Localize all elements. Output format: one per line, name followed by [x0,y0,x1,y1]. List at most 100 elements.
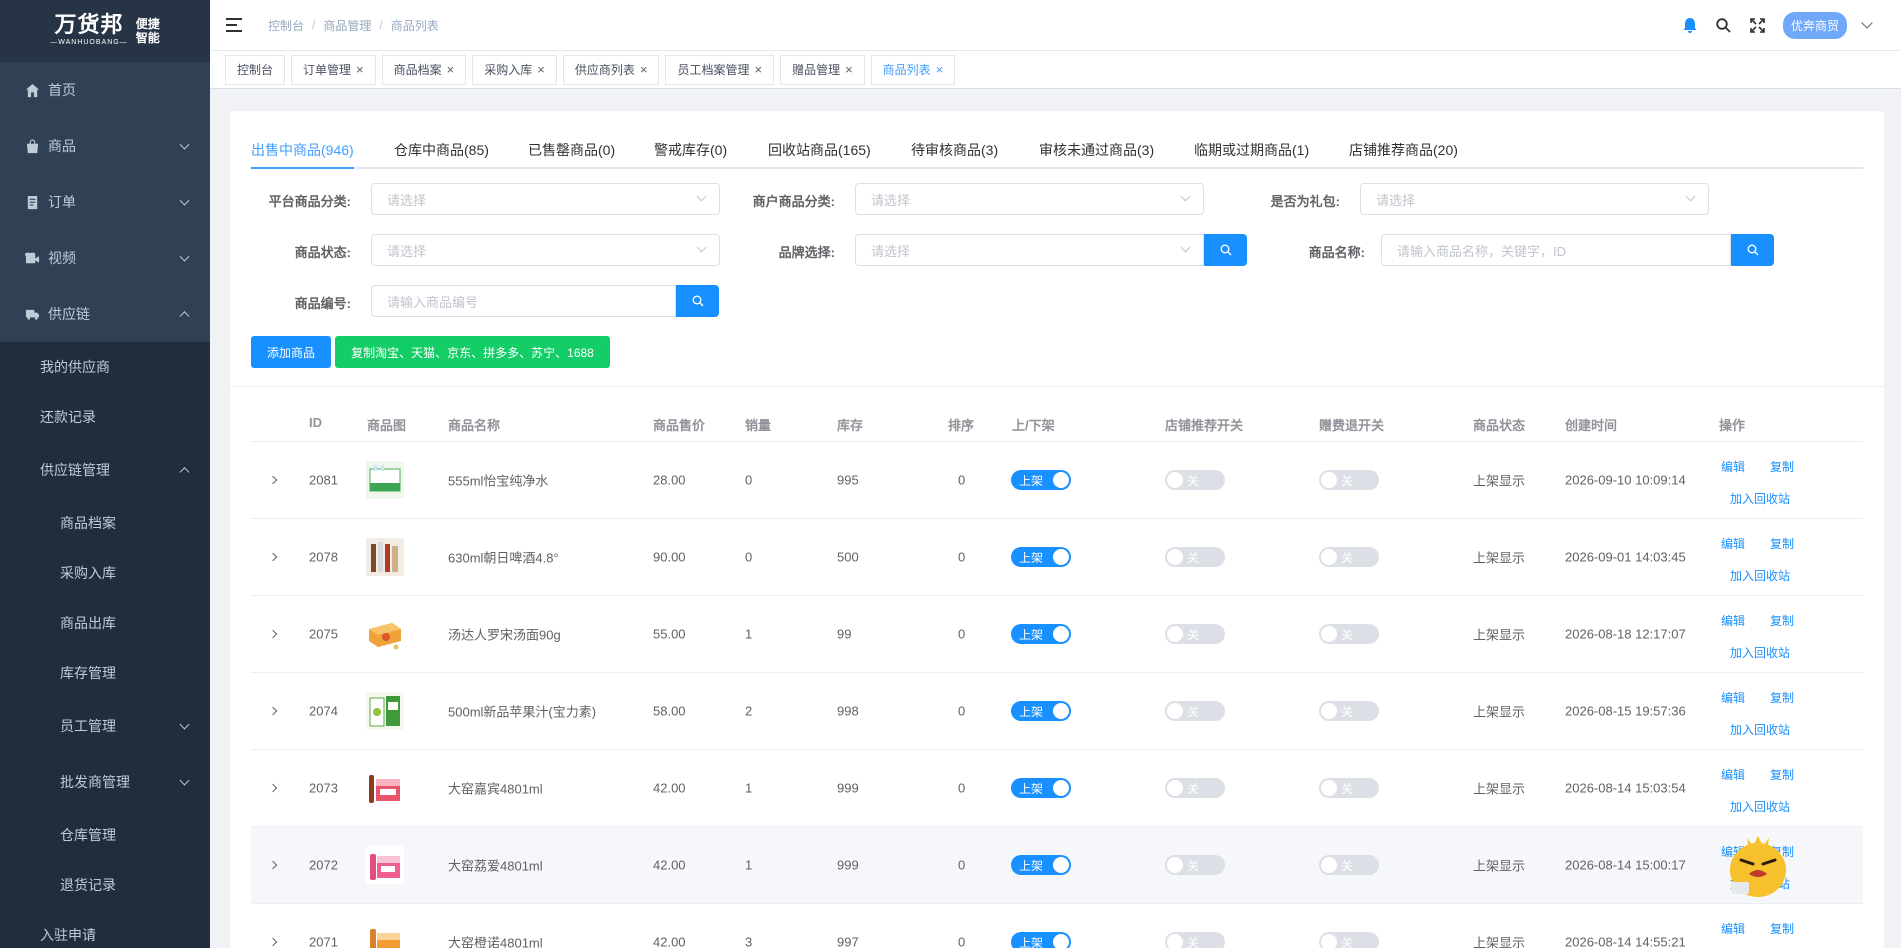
breadcrumb-item[interactable]: 商品管理 [323,17,371,34]
store-recommend-switch[interactable]: 关 [1165,932,1225,948]
store-recommend-switch[interactable]: 关 [1165,547,1225,567]
recycle-link[interactable]: 加入回收站 [1730,490,1790,507]
tab-sold-out[interactable]: 已售罄商品(0) [528,140,615,160]
goods-code-input[interactable]: 请输入商品编号 [371,285,676,317]
tag-staff-archive[interactable]: 员工档案管理 × [665,54,775,85]
copy-link[interactable]: 复制 [1770,612,1794,629]
edit-link[interactable]: 编辑 [1721,612,1745,629]
store-recommend-switch[interactable]: 关 [1165,701,1225,721]
tag-gifts[interactable]: 赠品管理 × [780,54,865,85]
edit-link[interactable]: 编辑 [1721,535,1745,552]
search-icon[interactable] [1715,16,1733,34]
tag-dashboard[interactable]: 控制台 [225,54,286,85]
close-icon[interactable]: × [754,62,762,77]
on-shelf-switch[interactable]: 上架 [1011,701,1071,721]
tab-low-stock[interactable]: 警戒库存(0) [654,140,727,160]
close-icon[interactable]: × [936,62,944,77]
sidebar-item-video[interactable]: 视频 [0,230,210,286]
expand-row-icon[interactable] [268,937,278,947]
tag-purchase-in[interactable]: 采购入库 × [472,54,557,85]
sidebar-item-wholesalers[interactable]: 批发商管理 [0,754,210,810]
goods-name-search-button[interactable] [1731,234,1774,266]
gift-refund-switch[interactable]: 关 [1319,855,1379,875]
on-shelf-switch[interactable]: 上架 [1011,932,1071,948]
on-shelf-switch[interactable]: 上架 [1011,624,1071,644]
platform-category-select[interactable]: 请选择 [371,183,720,215]
copy-from-platforms-button[interactable]: 复制淘宝、天猫、京东、拼多多、苏宁、1688 [335,336,610,368]
edit-link[interactable]: 编辑 [1721,689,1745,706]
sidebar-item-apply[interactable]: 入驻申请 [0,910,210,948]
sidebar-item-goods-out[interactable]: 商品出库 [0,598,210,648]
bell-icon[interactable] [1681,16,1699,34]
tag-goods-archive[interactable]: 商品档案 × [381,54,467,85]
gift-refund-switch[interactable]: 关 [1319,624,1379,644]
tag-goods-list[interactable]: 商品列表 × [870,54,956,85]
sidebar-item-staff[interactable]: 员工管理 [0,698,210,754]
sidebar-item-repayments[interactable]: 还款记录 [0,392,210,442]
on-shelf-switch[interactable]: 上架 [1011,470,1071,490]
edit-link[interactable]: 编辑 [1721,766,1745,783]
on-shelf-switch[interactable]: 上架 [1011,547,1071,567]
copy-link[interactable]: 复制 [1770,458,1794,475]
store-recommend-switch[interactable]: 关 [1165,778,1225,798]
recycle-link[interactable]: 加入回收站 [1730,721,1790,738]
mascot-chick-icon[interactable] [1725,830,1791,900]
close-icon[interactable]: × [845,62,853,77]
is-gift-select[interactable]: 请选择 [1360,183,1709,215]
copy-link[interactable]: 复制 [1770,766,1794,783]
tab-expiring[interactable]: 临期或过期商品(1) [1194,140,1309,160]
brand-select[interactable]: 请选择 [855,234,1204,266]
gift-refund-switch[interactable]: 关 [1319,778,1379,798]
goods-code-search-button[interactable] [676,285,719,317]
gift-refund-switch[interactable]: 关 [1319,470,1379,490]
gift-refund-switch[interactable]: 关 [1319,547,1379,567]
edit-link[interactable]: 编辑 [1721,920,1745,937]
sidebar-item-returns[interactable]: 退货记录 [0,860,210,910]
expand-row-icon[interactable] [268,629,278,639]
sidebar-item-my-suppliers[interactable]: 我的供应商 [0,342,210,392]
sidebar-item-supply-mgmt[interactable]: 供应链管理 [0,442,210,498]
tab-in-warehouse[interactable]: 仓库中商品(85) [394,140,489,160]
sidebar-item-home[interactable]: 首页 [0,62,210,118]
fullscreen-icon[interactable] [1749,16,1767,34]
store-recommend-switch[interactable]: 关 [1165,624,1225,644]
edit-link[interactable]: 编辑 [1721,458,1745,475]
sidebar-item-warehouse[interactable]: 仓库管理 [0,810,210,860]
tag-suppliers[interactable]: 供应商列表 × [562,54,660,85]
tag-orders[interactable]: 订单管理 × [291,54,376,85]
sidebar-item-supply-chain[interactable]: 供应链 [0,286,210,342]
breadcrumb-item[interactable]: 控制台 [268,17,304,34]
close-icon[interactable]: × [537,62,545,77]
menu-toggle-icon[interactable] [226,18,242,32]
app-logo[interactable]: 万货邦 —WANHUOBANG— 便捷 智能 [0,0,210,62]
sidebar-item-purchase-in[interactable]: 采购入库 [0,548,210,598]
close-icon[interactable]: × [447,62,455,77]
gift-refund-switch[interactable]: 关 [1319,932,1379,948]
tab-store-recommended[interactable]: 店铺推荐商品(20) [1349,140,1458,160]
gift-refund-switch[interactable]: 关 [1319,701,1379,721]
merchant-category-select[interactable]: 请选择 [855,183,1204,215]
tab-recycle-bin[interactable]: 回收站商品(165) [768,140,871,160]
tab-pending-review[interactable]: 待审核商品(3) [911,140,998,160]
recycle-link[interactable]: 加入回收站 [1730,798,1790,815]
recycle-link[interactable]: 加入回收站 [1730,644,1790,661]
store-recommend-switch[interactable]: 关 [1165,470,1225,490]
tab-review-failed[interactable]: 审核未通过商品(3) [1039,140,1154,160]
goods-name-input[interactable]: 请输入商品名称，关键字，ID [1381,234,1731,266]
close-icon[interactable]: × [640,62,648,77]
sidebar-item-inventory[interactable]: 库存管理 [0,648,210,698]
expand-row-icon[interactable] [268,783,278,793]
expand-row-icon[interactable] [268,475,278,485]
sidebar-item-goods-archive[interactable]: 商品档案 [0,498,210,548]
user-name-badge[interactable]: 优奔商贸 [1782,11,1847,39]
status-select[interactable]: 请选择 [371,234,720,266]
chevron-down-icon[interactable] [1861,17,1873,29]
on-shelf-switch[interactable]: 上架 [1011,778,1071,798]
expand-row-icon[interactable] [268,552,278,562]
sidebar-item-orders[interactable]: 订单 [0,174,210,230]
expand-row-icon[interactable] [268,860,278,870]
copy-link[interactable]: 复制 [1770,535,1794,552]
expand-row-icon[interactable] [268,706,278,716]
copy-link[interactable]: 复制 [1770,920,1794,937]
store-recommend-switch[interactable]: 关 [1165,855,1225,875]
